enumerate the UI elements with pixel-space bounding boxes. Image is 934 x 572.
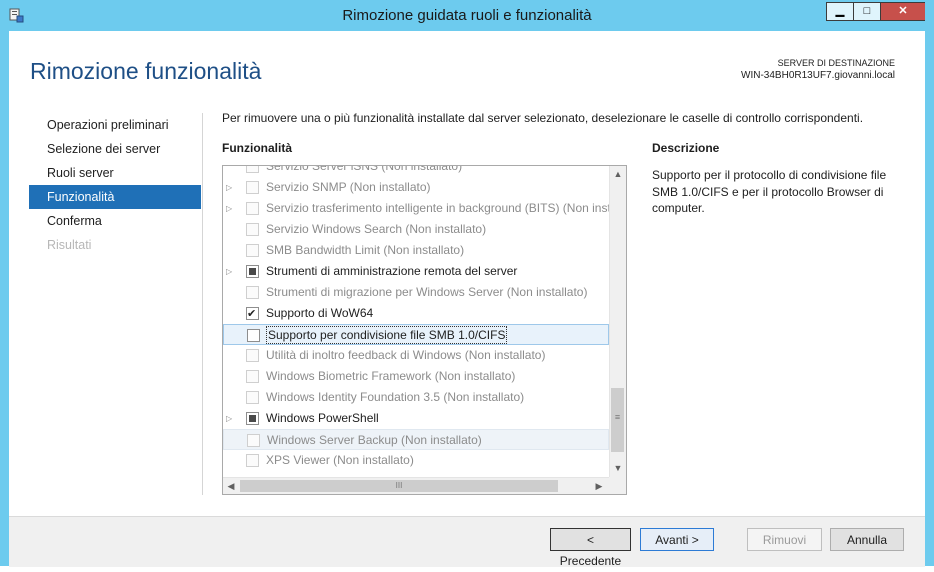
title-bar: Rimozione guidata ruoli e funzionalità ▁… xyxy=(0,0,934,31)
feature-label: Servizio Windows Search (Non installato) xyxy=(266,222,487,236)
expand-icon[interactable]: ▷ xyxy=(226,177,236,198)
horizontal-scroll-thumb[interactable]: III xyxy=(240,480,558,492)
wizard-nav: Operazioni preliminari Selezione dei ser… xyxy=(29,113,201,257)
feature-row[interactable]: Windows Biometric Framework (Non install… xyxy=(223,366,609,387)
features-tree[interactable]: Servizio Server iSNS (Non installato) ▷ Se… xyxy=(222,165,627,495)
feature-checkbox xyxy=(246,181,259,194)
feature-label: Supporto per condivisione file SMB 1.0/C… xyxy=(265,326,508,344)
features-heading: Funzionalità xyxy=(222,141,292,155)
feature-row[interactable]: Windows Server Backup (Non installato) xyxy=(223,429,609,450)
wizard-body: Rimozione funzionalità SERVER DI DESTINA… xyxy=(9,31,925,568)
feature-checkbox[interactable] xyxy=(246,304,259,325)
feature-checkbox xyxy=(246,349,259,362)
close-button[interactable]: ✕ xyxy=(880,2,926,21)
feature-checkbox[interactable] xyxy=(246,412,259,425)
scroll-up-icon[interactable]: ▲ xyxy=(610,166,626,183)
next-button[interactable]: Avanti > xyxy=(640,528,714,551)
window-border-left xyxy=(0,0,9,566)
feature-row[interactable]: Utilità di inoltro feedback di Windows (… xyxy=(223,345,609,366)
feature-checkbox xyxy=(246,391,259,404)
expand-icon[interactable]: ▷ xyxy=(226,408,236,429)
expand-icon[interactable]: ▷ xyxy=(226,198,236,219)
nav-divider xyxy=(202,113,203,495)
description-heading: Descrizione xyxy=(652,141,720,155)
window-border-right xyxy=(925,0,934,566)
feature-label: Supporto di WoW64 xyxy=(266,306,374,320)
nav-item-ruoli-server[interactable]: Ruoli server xyxy=(29,161,201,185)
features-list: Servizio Server iSNS (Non installato) ▷ Se… xyxy=(223,166,609,477)
remove-button: Rimuovi xyxy=(747,528,822,551)
vertical-scroll-thumb[interactable]: ≡ xyxy=(611,388,624,452)
feature-row[interactable]: XPS Viewer (Non installato) xyxy=(223,450,609,471)
expand-icon[interactable]: ▷ xyxy=(226,261,236,282)
feature-row[interactable]: Servizio Windows Search (Non installato) xyxy=(223,219,609,240)
nav-item-selezione-server[interactable]: Selezione dei server xyxy=(29,137,201,161)
feature-row[interactable]: ▷ Servizio trasferimento intelligente in … xyxy=(223,198,609,219)
vertical-scrollbar[interactable]: ▲ ≡ ▼ xyxy=(609,166,626,477)
scrollbar-corner xyxy=(609,477,626,494)
feature-label: Utilità di inoltro feedback di Windows (… xyxy=(266,348,546,362)
wizard-footer: < Precedente Avanti > Rimuovi Annulla xyxy=(9,516,925,568)
close-icon: ✕ xyxy=(898,5,908,17)
nav-item-operazioni-preliminari[interactable]: Operazioni preliminari xyxy=(29,113,201,137)
feature-label: Servizio Server iSNS (Non installato) xyxy=(266,166,463,173)
feature-checkbox[interactable] xyxy=(247,329,260,342)
maximize-icon: □ xyxy=(863,5,871,17)
previous-button[interactable]: < Precedente xyxy=(550,528,631,568)
minimize-button[interactable]: ▁ xyxy=(826,2,854,21)
feature-checkbox xyxy=(246,223,259,236)
window-title: Rimozione guidata ruoli e funzionalità xyxy=(342,7,592,24)
destination-server-label: SERVER DI DESTINAZIONE xyxy=(777,58,895,68)
feature-label: Windows Biometric Framework (Non install… xyxy=(266,369,516,383)
feature-checkbox xyxy=(246,286,259,299)
feature-row[interactable]: ▷ Servizio SNMP (Non installato) xyxy=(223,177,609,198)
destination-server-name: WIN-34BH0R13UF7.giovanni.local xyxy=(741,70,895,81)
feature-label: Windows Identity Foundation 3.5 (Non ins… xyxy=(266,390,525,404)
scroll-left-icon[interactable]: ◀ xyxy=(223,478,239,494)
nav-item-funzionalita[interactable]: Funzionalità xyxy=(29,185,201,209)
feature-row[interactable]: ▷ Strumenti di amministrazione remota del… xyxy=(223,261,609,282)
feature-checkbox xyxy=(246,166,259,173)
feature-label: Servizio SNMP (Non installato) xyxy=(266,180,431,194)
feature-row[interactable]: Supporto di WoW64 xyxy=(223,303,609,325)
minimize-icon: ▁ xyxy=(835,5,845,17)
feature-row[interactable]: Windows Identity Foundation 3.5 (Non ins… xyxy=(223,387,609,408)
page-title: Rimozione funzionalità xyxy=(30,58,262,84)
maximize-button[interactable]: □ xyxy=(853,2,881,21)
feature-row[interactable]: SMB Bandwidth Limit (Non installato) xyxy=(223,240,609,261)
feature-checkbox xyxy=(246,370,259,383)
nav-item-conferma[interactable]: Conferma xyxy=(29,209,201,233)
feature-label: Servizio trasferimento intelligente in b… xyxy=(266,201,609,215)
feature-label: Windows Server Backup (Non installato) xyxy=(267,433,482,447)
instructions-text: Per rimuovere una o più funzionalità ins… xyxy=(222,111,864,125)
horizontal-scrollbar[interactable]: ◀ III ▶ xyxy=(223,477,609,494)
feature-label: XPS Viewer (Non installato) xyxy=(266,453,414,467)
scroll-right-icon[interactable]: ▶ xyxy=(591,478,607,494)
feature-checkbox[interactable] xyxy=(246,265,259,278)
feature-row[interactable]: Strumenti di migrazione per Windows Serv… xyxy=(223,282,609,303)
nav-item-risultati: Risultati xyxy=(47,238,92,252)
feature-checkbox xyxy=(246,202,259,215)
scroll-down-icon[interactable]: ▼ xyxy=(610,460,626,477)
feature-checkbox xyxy=(246,244,259,257)
scroll-grip-icon: ≡ xyxy=(614,412,621,422)
feature-label: Strumenti di amministrazione remota del … xyxy=(266,264,518,278)
feature-row[interactable]: Servizio Server iSNS (Non installato) xyxy=(223,166,609,177)
feature-label: Strumenti di migrazione per Windows Serv… xyxy=(266,285,588,299)
description-text: Supporto per il protocollo di condivisio… xyxy=(652,168,887,215)
feature-checkbox xyxy=(246,454,259,467)
feature-row[interactable]: Supporto per condivisione file SMB 1.0/C… xyxy=(223,324,609,345)
feature-checkbox xyxy=(247,434,260,447)
feature-label: Windows PowerShell xyxy=(266,411,379,425)
feature-label: SMB Bandwidth Limit (Non installato) xyxy=(266,243,465,257)
feature-row[interactable]: ▷ Windows PowerShell xyxy=(223,408,609,429)
cancel-button[interactable]: Annulla xyxy=(830,528,904,551)
